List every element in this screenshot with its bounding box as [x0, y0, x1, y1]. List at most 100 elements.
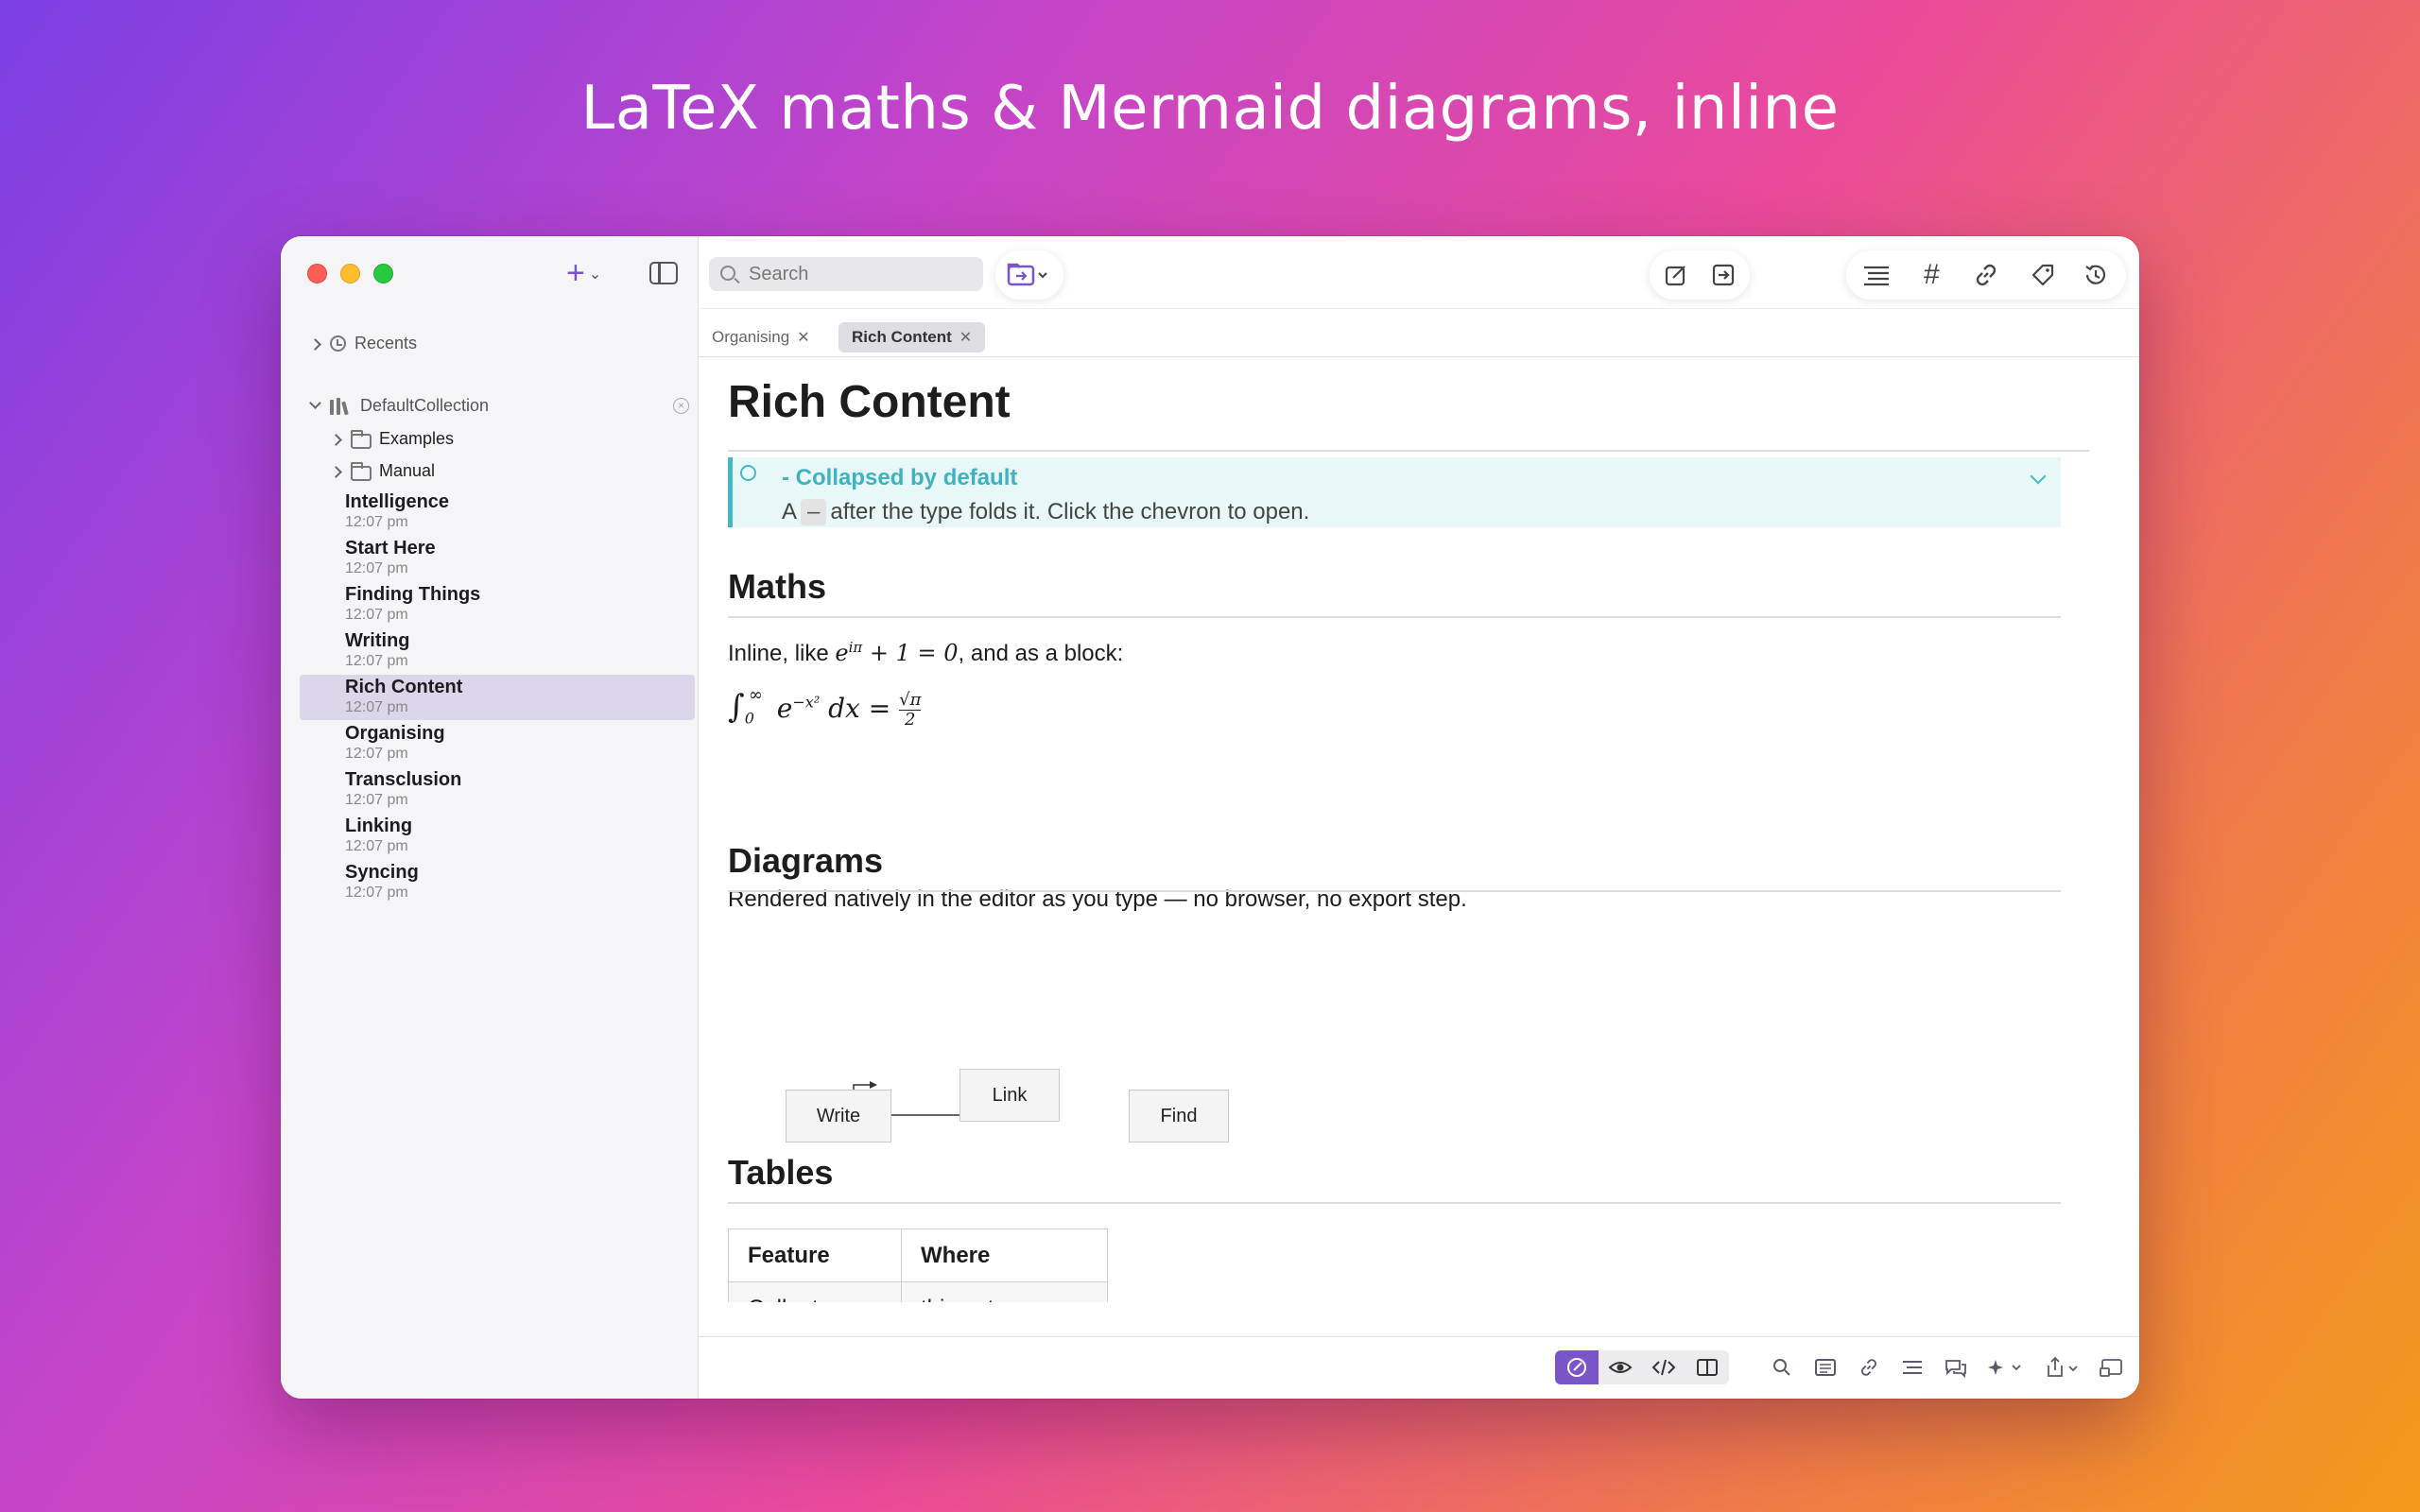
editor-content[interactable]: Rich Content - Collapsed by default A – af…	[728, 357, 2108, 1302]
note-time: 12:07 pm	[345, 653, 408, 669]
note-title: Syncing	[345, 862, 419, 883]
chevron-down-icon	[309, 397, 321, 409]
outline-button[interactable]	[1852, 250, 1901, 300]
split-view-icon	[1697, 1359, 1718, 1376]
link-icon	[1976, 264, 1996, 286]
diagram-node-find: Find	[1129, 1090, 1229, 1143]
share-icon	[2048, 1356, 2078, 1377]
note-item-selected[interactable]: Rich Content 12:07 pm	[300, 675, 695, 720]
close-collection-icon[interactable]: ×	[673, 398, 689, 414]
chevron-right-icon	[330, 434, 342, 446]
folder-examples[interactable]: Examples	[281, 426, 699, 455]
inspector-pill: #	[1846, 250, 2126, 300]
window-icon	[2100, 1359, 2122, 1377]
block-equation: ∫0∞ e−x² dx = √π 2	[728, 684, 922, 730]
hashtag-icon[interactable]: #	[1907, 250, 1956, 300]
search-input[interactable]: Search	[709, 257, 983, 291]
zoom-window-button[interactable]	[373, 264, 393, 284]
minimize-window-button[interactable]	[340, 264, 360, 284]
divider	[728, 890, 2061, 892]
callout: - Collapsed by default A – after the type …	[728, 457, 2061, 527]
note-item[interactable]: Syncing 12:07 pm	[300, 860, 695, 905]
eye-icon	[1608, 1362, 1633, 1373]
split-mode-button[interactable]	[1685, 1350, 1729, 1384]
sidebar-toggle-icon[interactable]	[649, 262, 678, 284]
export-icon	[1712, 264, 1735, 286]
note-time: 12:07 pm	[345, 560, 408, 576]
close-icon[interactable]: ✕	[797, 330, 809, 346]
close-icon[interactable]: ✕	[959, 330, 972, 346]
note-item[interactable]: Linking 12:07 pm	[300, 814, 695, 859]
diagram-node-write: Write	[786, 1090, 891, 1143]
search-icon	[1773, 1359, 1790, 1376]
ai-button[interactable]	[1984, 1350, 2026, 1384]
callout-body: A – after the type folds it. Click the che…	[782, 499, 1310, 525]
divider	[728, 450, 2089, 452]
tab-rich-content[interactable]: Rich Content ✕	[838, 322, 986, 352]
note-title: Linking	[345, 816, 413, 836]
app-window: + ⌄ Recents DefaultCollection × Examples …	[281, 236, 2139, 1399]
live-edit-mode-button[interactable]	[1555, 1350, 1599, 1384]
heading-diagrams: Diagrams	[728, 841, 884, 880]
window-button[interactable]	[2094, 1350, 2128, 1384]
table-row: Callouts this note	[728, 1281, 1108, 1302]
chevron-down-icon[interactable]	[2030, 468, 2047, 485]
note-item[interactable]: Start Here 12:07 pm	[300, 536, 695, 581]
collection-label: DefaultCollection	[360, 396, 490, 415]
folder-move-icon	[1007, 263, 1047, 286]
editor-actions-pill	[1650, 250, 1750, 300]
search-icon	[720, 266, 735, 281]
list-button[interactable]	[1895, 1350, 1929, 1384]
folder-label: Examples	[379, 429, 455, 448]
recents-row[interactable]: Recents	[281, 331, 699, 359]
collection-row[interactable]: DefaultCollection ×	[281, 393, 699, 421]
mermaid-diagram	[839, 1081, 1008, 1116]
move-to-folder-button[interactable]	[995, 250, 1063, 300]
tags-button[interactable]	[2018, 250, 2067, 300]
folder-icon	[351, 462, 372, 481]
note-time: 12:07 pm	[345, 699, 408, 715]
note-item[interactable]: Transclusion 12:07 pm	[300, 767, 695, 813]
divider	[728, 616, 2061, 618]
history-button[interactable]	[2071, 250, 2120, 300]
plus-icon: +	[566, 255, 585, 291]
new-note-button[interactable]: + ⌄	[566, 257, 601, 289]
bottom-toolbar	[699, 1336, 2139, 1399]
folder-manual[interactable]: Manual	[281, 458, 699, 487]
library-icon	[330, 398, 351, 416]
share-button[interactable]	[2041, 1350, 2083, 1384]
window-controls	[307, 264, 393, 284]
table-header-cell: Where	[901, 1228, 1108, 1282]
note-title: Intelligence	[345, 491, 450, 512]
note-item[interactable]: Finding Things 12:07 pm	[300, 582, 695, 627]
note-time: 12:07 pm	[345, 885, 408, 901]
note-title: Writing	[345, 630, 410, 651]
tag-icon	[2031, 264, 2054, 286]
note-title: Organising	[345, 723, 445, 744]
table-cell: this note	[901, 1281, 1108, 1302]
close-window-button[interactable]	[307, 264, 327, 284]
chat-icon	[1945, 1360, 1966, 1378]
chat-button[interactable]	[1939, 1350, 1973, 1384]
data-table: Feature Where Callouts this note	[728, 1228, 1108, 1302]
preview-mode-button[interactable]	[1599, 1350, 1642, 1384]
tab-organising[interactable]: Organising ✕	[699, 322, 823, 352]
open-external-button[interactable]	[1699, 250, 1748, 300]
note-item[interactable]: Writing 12:07 pm	[300, 628, 695, 674]
table-header-cell: Feature	[728, 1228, 902, 1282]
table-cell: Callouts	[728, 1281, 902, 1302]
edit-circle-icon	[1567, 1358, 1586, 1377]
link-button[interactable]	[1852, 1350, 1886, 1384]
note-time: 12:07 pm	[345, 838, 408, 854]
find-button[interactable]	[1765, 1350, 1799, 1384]
links-button[interactable]	[1962, 250, 2011, 300]
document-icon	[1815, 1359, 1836, 1376]
note-item[interactable]: Organising 12:07 pm	[300, 721, 695, 766]
history-icon	[2085, 265, 2106, 284]
divider	[728, 1202, 2061, 1204]
source-mode-button[interactable]	[1642, 1350, 1685, 1384]
compose-button[interactable]	[1651, 250, 1701, 300]
note-item[interactable]: Intelligence 12:07 pm	[300, 490, 695, 535]
tab-label: Organising	[712, 328, 790, 346]
reader-button[interactable]	[1808, 1350, 1842, 1384]
